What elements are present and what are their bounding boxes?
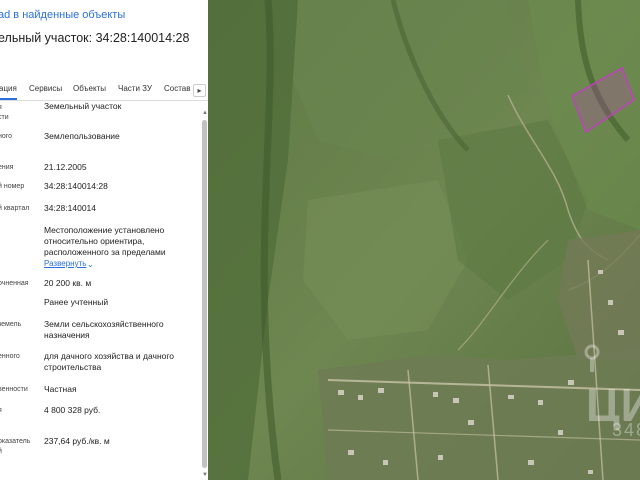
row-label: й [0, 446, 2, 458]
row-value: Ранее учтенный [44, 297, 109, 307]
tab-services[interactable]: Сервисы [29, 84, 62, 93]
chevron-right-icon: ▸ [197, 86, 202, 95]
row-value: 34:28:140014:28 [44, 181, 108, 191]
active-tab-indicator [0, 98, 17, 100]
row-label: ения [0, 164, 14, 171]
row-label: венности [0, 386, 28, 393]
watermark-id: 348 49 768 [612, 420, 640, 440]
info-panel: ad в найденные объекты ельный участок: 3… [0, 0, 208, 480]
tab-information[interactable]: ация [0, 84, 17, 93]
satellite-map[interactable]: ЦИАН 348 49 768 [208, 0, 640, 480]
row-value: Частная [44, 384, 77, 394]
row-label: очненная [0, 280, 29, 287]
row-label: сти [0, 114, 9, 121]
page-title: ельный участок: 34:28:140014:28 [0, 31, 190, 45]
row-label: енного [0, 353, 20, 360]
scrollbar-thumb[interactable] [202, 120, 207, 468]
row-value: 34:28:140014 [44, 203, 96, 213]
row-value: Земельный участок [44, 101, 122, 111]
row-label: й номер [0, 183, 25, 190]
tabs-next-button[interactable]: ▸ [193, 84, 206, 97]
satellite-imagery [208, 0, 640, 480]
tab-composition[interactable]: Состав [164, 84, 191, 93]
tab-parts[interactable]: Части ЗУ [118, 84, 152, 93]
row-label: й квартал [0, 205, 30, 212]
row-value: расположенного за пределами [44, 247, 166, 257]
tab-objects[interactable]: Объекты [73, 84, 106, 93]
row-label: оказатель [0, 438, 31, 445]
row-value: 237,64 руб./кв. м [44, 436, 110, 446]
back-to-results-link[interactable]: ad в найденные объекты [0, 9, 125, 21]
row-value: назначения [44, 330, 90, 340]
row-value: 4 800 328 руб. [44, 405, 101, 415]
row-value: 21.12.2005 [44, 162, 87, 172]
row-value: 20 200 кв. м [44, 278, 92, 288]
row-value: Землепользование [44, 131, 120, 141]
row-label: ного [0, 133, 13, 140]
cian-logo-icon [584, 344, 600, 372]
row-label: я [0, 405, 2, 417]
chevron-down-icon[interactable]: ⌄ [87, 260, 94, 269]
expand-link[interactable]: Развернуть [44, 259, 86, 268]
tab-bar: ация Сервисы Объекты Части ЗУ Состав [0, 80, 208, 101]
row-value: строительства [44, 362, 102, 372]
row-label: земель [0, 321, 22, 328]
